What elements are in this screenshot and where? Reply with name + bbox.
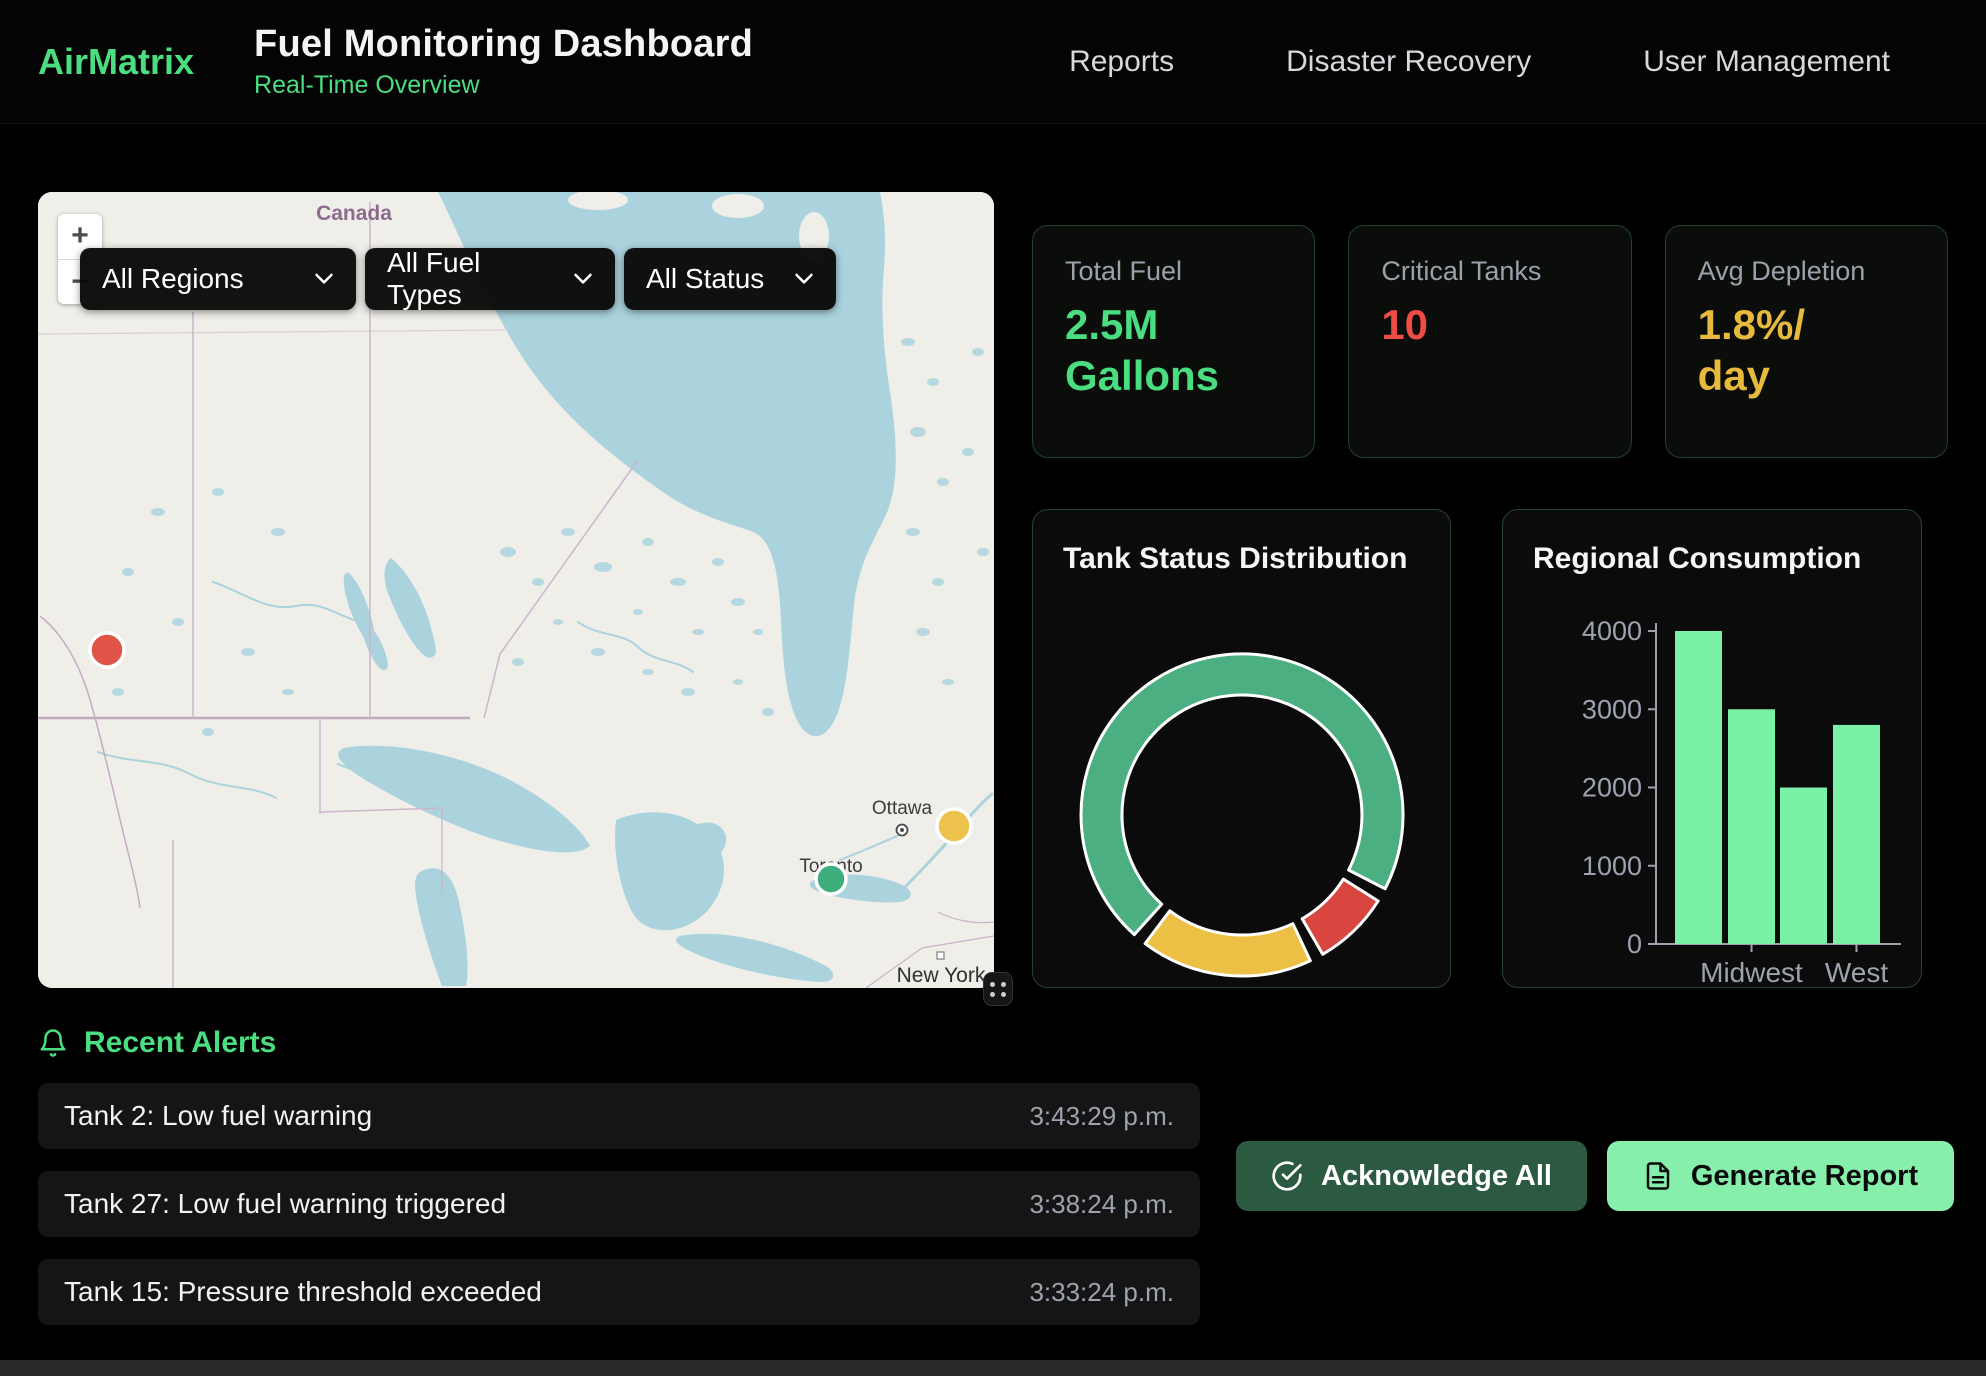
recent-alerts-header: Recent Alerts <box>38 1026 276 1060</box>
y-axis-tick-label: 3000 <box>1582 694 1642 724</box>
page-subtitle: Real-Time Overview <box>254 71 753 100</box>
map-label-ottawa: Ottawa <box>872 798 933 819</box>
status-filter-label: All Status <box>646 263 764 295</box>
acknowledge-all-button[interactable]: Acknowledge All <box>1236 1141 1587 1211</box>
y-axis-tick-label: 1000 <box>1582 851 1642 881</box>
y-axis-tick-label: 2000 <box>1582 773 1642 803</box>
stat-label: Total Fuel <box>1065 256 1282 287</box>
donut-segment-critical[interactable] <box>1302 879 1378 954</box>
map-resize-handle[interactable] <box>983 972 1013 1006</box>
stat-value: 10 <box>1381 299 1561 350</box>
report-file-icon <box>1643 1161 1673 1191</box>
brand-logo: AirMatrix <box>38 41 194 83</box>
map-label-canada: Canada <box>316 202 392 225</box>
alert-text: Tank 27: Low fuel warning triggered <box>64 1188 506 1220</box>
x-axis-tick-label: Midwest <box>1700 957 1803 988</box>
stat-cards: Total Fuel 2.5M Gallons Critical Tanks 1… <box>1032 225 1948 458</box>
alert-row[interactable]: Tank 27: Low fuel warning triggered 3:38… <box>38 1171 1200 1237</box>
alert-timestamp: 3:33:24 p.m. <box>1029 1277 1174 1308</box>
generate-report-button[interactable]: Generate Report <box>1607 1141 1954 1211</box>
app-header: AirMatrix Fuel Monitoring Dashboard Real… <box>0 0 1986 124</box>
nav-item-reports[interactable]: Reports <box>1069 45 1174 79</box>
alert-text: Tank 2: Low fuel warning <box>64 1100 372 1132</box>
bar-West[interactable] <box>1833 725 1880 944</box>
title-block: Fuel Monitoring Dashboard Real-Time Over… <box>254 23 753 100</box>
map-label-newyork: New York <box>897 964 986 987</box>
alert-text: Tank 15: Pressure threshold exceeded <box>64 1276 542 1308</box>
alert-timestamp: 3:38:24 p.m. <box>1029 1189 1174 1220</box>
tank-marker-warning[interactable] <box>937 809 971 843</box>
alert-row[interactable]: Tank 15: Pressure threshold exceeded 3:3… <box>38 1259 1200 1325</box>
stat-card-critical-tanks: Critical Tanks 10 <box>1348 225 1631 458</box>
regional-consumption-bar-chart: 0 1000 2000 3000 4000 Midwest West <box>1503 510 1923 989</box>
regional-consumption-panel: Regional Consumption 01000200030004000Mi… <box>1502 509 1922 988</box>
alert-row[interactable]: Tank 2: Low fuel warning 3:43:29 p.m. <box>38 1083 1200 1149</box>
main-nav: Reports Disaster Recovery User Managemen… <box>1069 45 1890 79</box>
stat-value: 2.5M Gallons <box>1065 299 1245 401</box>
map-filter-bar: All Regions All Fuel Types All Status <box>80 248 836 310</box>
chevron-down-icon <box>314 272 334 286</box>
town-icon <box>937 952 944 959</box>
nav-item-disaster-recovery[interactable]: Disaster Recovery <box>1286 45 1531 79</box>
recent-alerts-title: Recent Alerts <box>84 1026 276 1060</box>
bar-series-0[interactable] <box>1675 631 1722 944</box>
stat-card-avg-depletion: Avg Depletion 1.8%/day <box>1665 225 1948 458</box>
check-circle-icon <box>1271 1160 1303 1192</box>
alert-timestamp: 3:43:29 p.m. <box>1029 1101 1174 1132</box>
region-filter-label: All Regions <box>102 263 244 295</box>
acknowledge-all-label: Acknowledge All <box>1321 1160 1552 1193</box>
stat-label: Critical Tanks <box>1381 256 1598 287</box>
chevron-down-icon <box>794 272 814 286</box>
footer-bar <box>0 1360 1986 1376</box>
status-filter-dropdown[interactable]: All Status <box>624 248 836 310</box>
town-icon-dot <box>900 828 904 832</box>
map-canvas: CanadaOttawaTorontoNew York <box>38 192 994 988</box>
bell-icon <box>38 1028 68 1058</box>
y-axis-tick-label: 0 <box>1627 929 1642 959</box>
chevron-down-icon <box>573 272 593 286</box>
fuel-type-filter-label: All Fuel Types <box>387 247 547 311</box>
stat-label: Avg Depletion <box>1698 256 1915 287</box>
bar-Midwest[interactable] <box>1728 709 1775 944</box>
fuel-map[interactable]: CanadaOttawaTorontoNew York <box>38 192 994 988</box>
x-axis-tick-label: West <box>1825 957 1888 988</box>
stat-card-total-fuel: Total Fuel 2.5M Gallons <box>1032 225 1315 458</box>
y-axis-tick-label: 4000 <box>1582 616 1642 646</box>
tank-marker-normal[interactable] <box>816 864 846 894</box>
fuel-type-filter-dropdown[interactable]: All Fuel Types <box>365 248 615 310</box>
nav-item-user-management[interactable]: User Management <box>1643 45 1890 79</box>
region-filter-dropdown[interactable]: All Regions <box>80 248 356 310</box>
bar-series-2[interactable] <box>1780 788 1827 945</box>
stat-value: 1.8%/day <box>1698 299 1820 401</box>
page-title: Fuel Monitoring Dashboard <box>254 23 753 66</box>
tank-marker-critical[interactable] <box>90 633 124 667</box>
generate-report-label: Generate Report <box>1691 1160 1918 1193</box>
tank-status-panel: Tank Status Distribution <box>1032 509 1451 988</box>
tank-status-donut-chart <box>1033 510 1452 989</box>
donut-segment-warning[interactable] <box>1145 911 1310 976</box>
